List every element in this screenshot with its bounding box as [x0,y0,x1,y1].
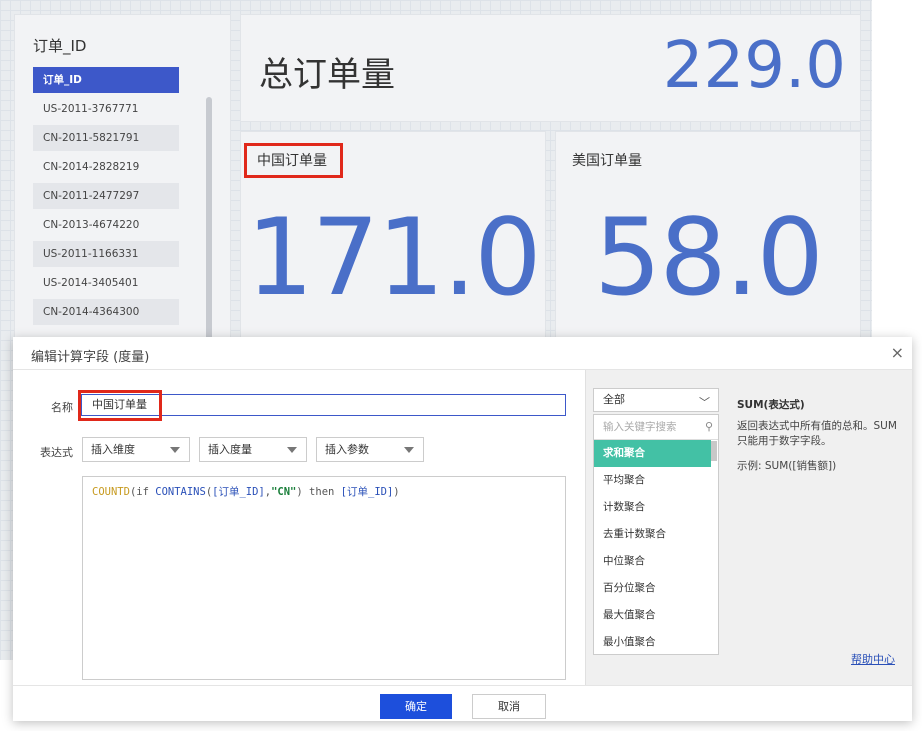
dialog-title: 编辑计算字段 (度量) [31,350,150,365]
function-search-placeholder: 输入关键字搜索 [603,421,677,433]
function-item[interactable]: 平均聚合 [594,467,711,494]
highlight-box-name [78,390,162,421]
total-orders-card: 总订单量 229.0 [240,14,861,122]
expr-field: [订单_ID] [340,486,394,498]
function-category-text: 全部 [603,393,625,406]
expr-string: "CN" [271,486,297,498]
insert-param-text: 插入参数 [325,443,369,456]
china-orders-value: 171.0 [246,196,541,319]
insert-dimension-select[interactable]: 插入维度 [82,437,190,462]
filter-item[interactable]: CN-2014-4364300 [33,299,179,325]
us-orders-value: 58.0 [593,196,824,319]
function-desc-title: SUM(表达式) [737,399,805,411]
expr-if: if [136,486,149,498]
filter-item[interactable]: CN-2013-4674220 [33,212,179,238]
expr-fn: COUNTD [92,486,130,498]
filter-item[interactable]: CN-2014-2828219 [33,154,179,180]
function-item[interactable]: 最小值聚合 [594,629,711,654]
filter-item[interactable]: US-2011-1166331 [33,241,179,267]
us-orders-label: 美国订单量 [572,153,642,169]
function-pane: 全部 ﹀ 输入关键字搜索 ⚲ 求和聚合 平均聚合 计数聚合 去重计数聚合 中位聚… [585,370,912,685]
filter-title: 订单_ID [33,37,87,55]
order-id-filter-card: 订单_ID 订单_ID US-2011-3767771 CN-2011-5821… [14,14,231,347]
caret-down-icon [170,447,180,453]
cancel-button[interactable]: 取消 [472,694,546,719]
edit-calculated-field-dialog: 编辑计算字段 (度量) × 名称 中国订单量 表达式 插入维度 插入度量 插入参… [13,337,912,721]
expr-paren: ) [296,486,303,498]
function-item[interactable]: 百分位聚合 [594,575,711,602]
us-orders-card: 美国订单量 58.0 [555,131,861,351]
filter-item[interactable]: CN-2011-5821791 [33,125,179,151]
filter-item[interactable]: CN-2011-2477297 [33,183,179,209]
function-category-select[interactable]: 全部 ﹀ [593,388,719,412]
function-list-scrollbar[interactable] [711,441,717,461]
function-item[interactable]: 去重计数聚合 [594,521,711,548]
expr-field: [订单_ID] [212,486,265,498]
function-item[interactable]: 求和聚合 [594,440,711,467]
filter-scrollbar[interactable] [206,97,212,347]
function-item[interactable]: 中位聚合 [594,548,711,575]
filter-item[interactable]: US-2014-3405401 [33,270,179,296]
close-icon[interactable]: × [891,343,904,362]
function-item[interactable]: 计数聚合 [594,494,711,521]
help-center-link[interactable]: 帮助中心 [851,651,895,667]
function-desc-example: 示例: SUM([销售额]) [737,460,837,472]
expr-paren: ) [393,486,400,498]
expression-label: 表达式 [40,446,73,459]
function-search-input[interactable]: 输入关键字搜索 ⚲ [594,415,718,440]
confirm-button[interactable]: 确定 [380,694,452,719]
filter-list: 订单_ID US-2011-3767771 CN-2011-5821791 CN… [33,67,179,328]
expression-editor[interactable]: COUNTD(if CONTAINS([订单_ID],"CN") then [订… [82,476,566,680]
expr-then: then [309,486,335,498]
function-item[interactable]: 最大值聚合 [594,602,711,629]
expr-fn2: CONTAINS [155,486,206,498]
caret-down-icon [287,447,297,453]
insert-dimension-text: 插入维度 [91,443,135,456]
dialog-footer [13,685,912,722]
insert-measure-select[interactable]: 插入度量 [199,437,307,462]
caret-down-icon [404,447,414,453]
function-desc-body: 返回表达式中所有值的总和。SUM 只能用于数字字段。 [737,420,897,447]
search-icon: ⚲ [704,420,713,433]
name-label: 名称 [51,401,73,414]
total-orders-value: 229.0 [662,29,846,103]
filter-item[interactable]: 订单_ID [33,67,179,93]
total-orders-label: 总订单量 [259,55,395,95]
insert-param-select[interactable]: 插入参数 [316,437,424,462]
chevron-down-icon: ﹀ [699,396,710,409]
editor-pane: 名称 中国订单量 表达式 插入维度 插入度量 插入参数 COUNTD(if CO… [13,370,585,685]
insert-measure-text: 插入度量 [208,443,252,456]
filter-item[interactable]: US-2011-3767771 [33,96,179,122]
highlight-box-card-label [244,143,343,178]
function-list: 输入关键字搜索 ⚲ 求和聚合 平均聚合 计数聚合 去重计数聚合 中位聚合 百分位… [593,414,719,655]
